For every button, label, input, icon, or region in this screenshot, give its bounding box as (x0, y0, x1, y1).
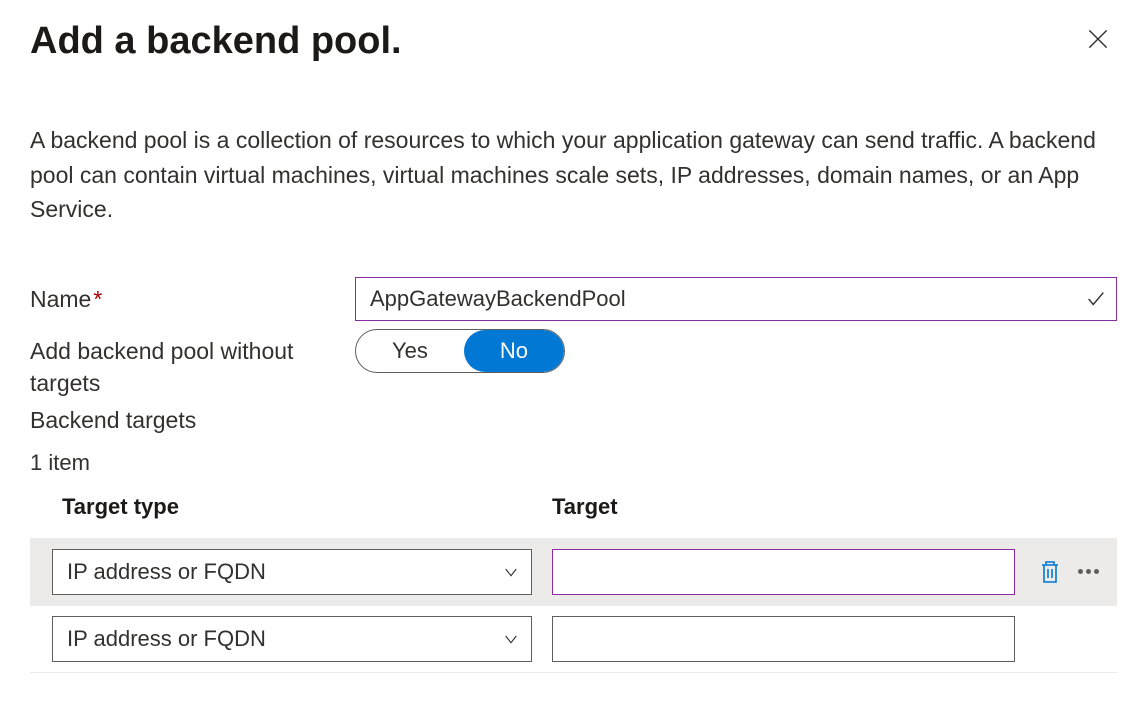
trash-icon (1038, 559, 1062, 585)
more-icon (1078, 569, 1099, 574)
no-targets-toggle[interactable]: Yes No (355, 329, 565, 373)
close-icon (1085, 26, 1111, 52)
target-type-select[interactable]: IP address or FQDN (52, 616, 532, 662)
delete-row-button[interactable] (1034, 555, 1066, 589)
close-button[interactable] (1079, 20, 1117, 61)
target-type-select[interactable]: IP address or FQDN (52, 549, 532, 595)
name-input[interactable] (355, 277, 1117, 321)
no-targets-label: Add backend pool without targets (30, 329, 355, 399)
toggle-yes-option[interactable]: Yes (356, 330, 464, 372)
checkmark-icon (1085, 288, 1107, 310)
page-title: Add a backend pool. (30, 20, 402, 63)
targets-table: Target type Target IP address or FQDN (30, 494, 1117, 673)
target-input[interactable] (552, 549, 1015, 595)
table-row: IP address or FQDN (30, 538, 1117, 605)
name-label: Name* (30, 277, 355, 315)
column-header-target: Target (552, 494, 1117, 520)
column-header-type: Target type (62, 494, 552, 520)
backend-targets-label: Backend targets (30, 407, 1117, 434)
toggle-no-option[interactable]: No (464, 330, 564, 372)
item-count: 1 item (30, 450, 1117, 476)
table-row: IP address or FQDN (30, 605, 1117, 673)
target-input[interactable] (552, 616, 1015, 662)
more-actions-button[interactable] (1074, 565, 1103, 578)
required-asterisk: * (93, 286, 102, 312)
description-text: A backend pool is a collection of resour… (30, 123, 1117, 227)
